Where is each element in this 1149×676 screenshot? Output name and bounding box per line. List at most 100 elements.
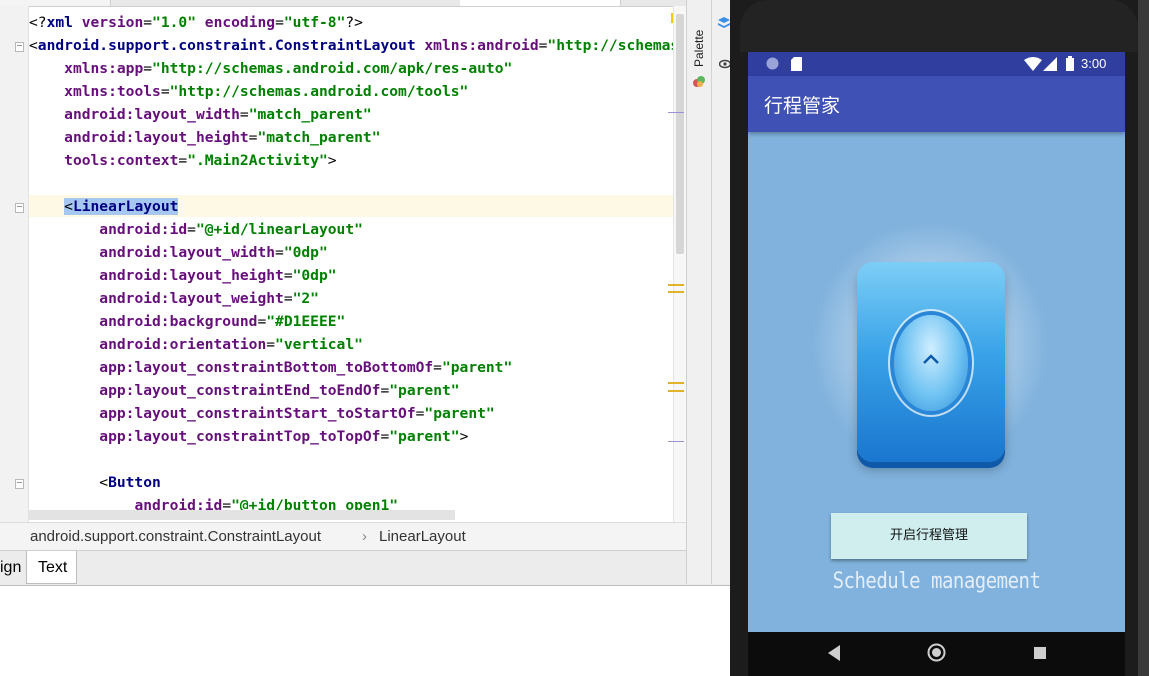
change-marker[interactable]: [668, 112, 684, 113]
code-token: "http://schemas.android.com/tools": [169, 83, 469, 100]
code-token: encoding: [204, 14, 276, 31]
code-line[interactable]: [29, 172, 686, 195]
code-token: >: [327, 152, 337, 169]
code-token: android:layout_weight: [99, 290, 284, 307]
code-token: ?>: [345, 14, 363, 31]
code-line[interactable]: android:layout_weight="2": [29, 287, 686, 310]
code-token: xmlns:app: [64, 60, 144, 77]
code-editor[interactable]: <?xml version="1.0" encoding="utf-8"?> <a…: [0, 0, 686, 522]
breadcrumb-item-constraintlayout[interactable]: android.support.constraint.ConstraintLay…: [30, 528, 321, 545]
code-line[interactable]: xmlns:tools="http://schemas.android.com/…: [29, 80, 686, 103]
code-line[interactable]: <LinearLayout: [29, 195, 686, 218]
warning-marker[interactable]: [668, 382, 684, 384]
change-marker[interactable]: [668, 441, 684, 442]
code-token: "match_parent": [257, 129, 381, 146]
code-line[interactable]: android:layout_height="match_parent": [29, 126, 686, 149]
code-token: "0dp": [283, 244, 328, 261]
code-line[interactable]: app:layout_constraintBottom_toBottomOf="…: [29, 356, 686, 379]
editor-tab-active[interactable]: [460, 0, 621, 6]
layers-icon[interactable]: [717, 16, 731, 30]
code-token: xmlns:android: [424, 37, 539, 54]
code-line[interactable]: [29, 448, 686, 471]
code-token: "http://schemas.android.com/apk/res-auto…: [152, 60, 513, 77]
code-token: android:orientation: [99, 336, 267, 353]
code-line[interactable]: tools:context=".Main2Activity">: [29, 149, 686, 172]
emulator-frame-edge: [1138, 0, 1149, 676]
warning-marker[interactable]: [668, 284, 684, 286]
editor-tab-strip: [0, 0, 686, 7]
emulator-top-bezel: [740, 0, 1138, 52]
code-token: =: [266, 336, 276, 353]
xml-code[interactable]: <?xml version="1.0" encoding="utf-8"?> <a…: [29, 11, 686, 517]
palette-icon[interactable]: [692, 74, 706, 88]
back-icon[interactable]: [828, 645, 840, 661]
power-image-button[interactable]: [857, 262, 1005, 462]
signal-icon: [1043, 57, 1057, 71]
wifi-icon: [1024, 57, 1042, 71]
code-token: "utf-8": [283, 14, 346, 31]
code-token: LinearLayout: [72, 198, 179, 215]
code-token: =: [143, 14, 153, 31]
status-bar: 3:00: [748, 52, 1125, 76]
code-line[interactable]: xmlns:app="http://schemas.android.com/ap…: [29, 57, 686, 80]
line-gutter: [0, 6, 29, 522]
code-token: android:background: [99, 313, 258, 330]
code-token: <: [29, 474, 109, 491]
warning-marker[interactable]: [668, 390, 684, 392]
horizontal-scrollbar[interactable]: [29, 510, 455, 520]
code-line[interactable]: android:layout_height="0dp": [29, 264, 686, 287]
code-token: >: [459, 428, 469, 445]
code-token: android:id: [99, 221, 188, 238]
breadcrumb-item-linearlayout[interactable]: LinearLayout: [379, 528, 466, 545]
scrollbar-thumb[interactable]: [676, 14, 684, 254]
palette-tab[interactable]: Palette: [692, 24, 710, 72]
fold-marker[interactable]: [15, 203, 24, 213]
code-token: android:layout_height: [64, 129, 249, 146]
code-line[interactable]: android:layout_width="match_parent": [29, 103, 686, 126]
code-token: "0dp": [292, 267, 337, 284]
code-token: =: [283, 267, 293, 284]
code-token: tools:context: [64, 152, 179, 169]
tab-text[interactable]: Text: [26, 551, 77, 584]
fold-marker[interactable]: [15, 479, 24, 489]
code-line[interactable]: <?xml version="1.0" encoding="utf-8"?>: [29, 11, 686, 34]
home-icon[interactable]: [927, 643, 946, 662]
fold-marker[interactable]: [15, 42, 24, 52]
code-line[interactable]: app:layout_constraintEnd_toEndOf="parent…: [29, 379, 686, 402]
code-token: <?: [29, 14, 47, 31]
code-token: "@+id/linearLayout": [195, 221, 363, 238]
recents-icon[interactable]: [1034, 647, 1046, 659]
code-line[interactable]: android:orientation="vertical": [29, 333, 686, 356]
code-token: "2": [292, 290, 319, 307]
code-line[interactable]: android:layout_width="0dp": [29, 241, 686, 264]
vertical-scrollbar[interactable]: [673, 6, 686, 522]
code-token: "parent": [441, 359, 513, 376]
code-line[interactable]: <Button: [29, 471, 686, 494]
code-line[interactable]: app:layout_constraintTop_toTopOf="parent…: [29, 425, 686, 448]
code-token: =: [187, 221, 196, 238]
code-line[interactable]: android:id="@+id/linearLayout": [29, 218, 686, 241]
open-schedule-button[interactable]: 开启行程管理: [831, 513, 1027, 559]
chevron-up-icon: [923, 354, 939, 364]
tab-design[interactable]: ign: [0, 551, 26, 584]
panel-divider: [711, 0, 712, 584]
code-token: xmlns:tools: [64, 83, 161, 100]
battery-icon: [1066, 56, 1074, 71]
code-token: <: [29, 37, 38, 54]
power-ring: [894, 315, 968, 411]
warning-marker[interactable]: [668, 291, 684, 293]
code-line[interactable]: <android.support.constraint.ConstraintLa…: [29, 34, 686, 57]
code-line[interactable]: android:background="#D1EEEE": [29, 310, 686, 333]
code-line[interactable]: app:layout_constraintStart_toStartOf="pa…: [29, 402, 686, 425]
code-token: version: [81, 14, 144, 31]
navigation-bar: [748, 632, 1125, 676]
